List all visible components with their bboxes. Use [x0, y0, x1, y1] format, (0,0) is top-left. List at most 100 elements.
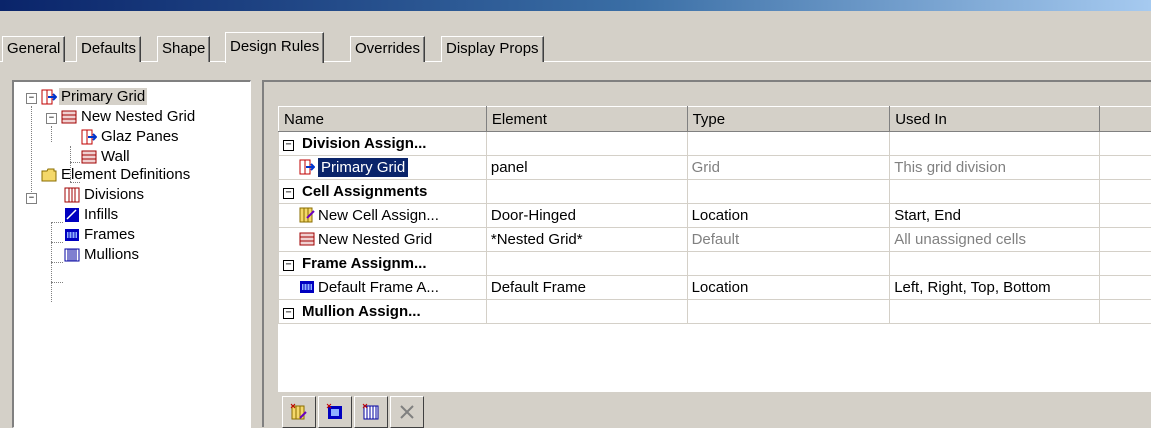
grid-icon	[41, 89, 57, 105]
tree-item-divisions[interactable]: Divisions	[82, 185, 146, 205]
column-header-type[interactable]: Type	[687, 107, 890, 132]
add-frame-assignment-button[interactable]	[318, 396, 352, 428]
group-row-division[interactable]: −Division Assign...	[279, 132, 1151, 156]
table-row[interactable]: Primary Grid panel Grid This grid divisi…	[279, 156, 1151, 180]
group-row-mullion[interactable]: −Mullion Assign...	[279, 300, 1151, 324]
grid-top-margin	[278, 82, 1151, 106]
table-cell	[486, 252, 687, 276]
tree-line	[31, 106, 32, 202]
tree-item-infills[interactable]: Infills	[82, 205, 120, 225]
selected-name[interactable]: Primary Grid	[318, 158, 408, 177]
table-cell	[486, 180, 687, 204]
cell-assignment-icon	[299, 207, 315, 223]
name-cell[interactable]: New Nested Grid	[279, 228, 487, 252]
add-cell-assignment-button[interactable]	[282, 396, 316, 428]
table-row[interactable]: New Cell Assign... Door-Hinged Location …	[279, 204, 1151, 228]
tree-item-frames[interactable]: Frames	[82, 225, 137, 245]
collapse-toggle[interactable]: −	[283, 140, 294, 151]
name-cell[interactable]: New Cell Assign...	[279, 204, 487, 228]
name-cell[interactable]: Default Frame A...	[279, 276, 487, 300]
tree-item-wall[interactable]: Wall	[99, 147, 132, 167]
collapse-toggle[interactable]: −	[283, 188, 294, 199]
delete-icon	[398, 403, 416, 421]
collapse-toggle[interactable]: −	[283, 308, 294, 319]
column-header-name[interactable]: Name	[279, 107, 487, 132]
column-header-used-in[interactable]: Used In	[890, 107, 1100, 132]
table-cell	[1100, 300, 1151, 324]
delete-button[interactable]	[390, 396, 424, 428]
table-cell	[890, 300, 1100, 324]
type-cell[interactable]: Location	[687, 276, 890, 300]
row-name: New Nested Grid	[318, 231, 432, 248]
tab-overrides[interactable]: Overrides	[350, 36, 425, 62]
collapse-toggle[interactable]: −	[283, 260, 294, 271]
folder-icon	[41, 167, 57, 183]
table-cell	[1100, 276, 1151, 300]
assignments-grid-panel: Name Element Type Used In −Division Assi…	[262, 80, 1151, 427]
row-name: New Cell Assign...	[318, 207, 439, 224]
group-label: Cell Assignments	[302, 183, 427, 200]
collapse-toggle[interactable]: −	[26, 93, 37, 104]
frames-icon	[64, 227, 80, 243]
used-in-cell: All unassigned cells	[890, 228, 1100, 252]
tree-line	[70, 162, 80, 163]
column-header-spacer	[1100, 107, 1151, 132]
name-cell[interactable]: Primary Grid	[279, 156, 487, 180]
group-cell[interactable]: −Mullion Assign...	[279, 300, 487, 324]
tree-item-element-definitions[interactable]: Element Definitions	[59, 165, 192, 185]
nested-grid-icon	[81, 149, 97, 165]
add-frame-assignment-icon	[326, 403, 344, 421]
collapse-toggle[interactable]: −	[26, 193, 37, 204]
group-cell[interactable]: −Cell Assignments	[279, 180, 487, 204]
tab-shape[interactable]: Shape	[157, 36, 210, 62]
add-mullion-assignment-icon	[362, 403, 380, 421]
table-cell	[1100, 156, 1151, 180]
tree-label: Divisions	[82, 186, 146, 203]
table-row[interactable]: Default Frame A... Default Frame Locatio…	[279, 276, 1151, 300]
tree-item-mullions[interactable]: Mullions	[82, 245, 141, 265]
table-cell	[1100, 132, 1151, 156]
tab-general[interactable]: General	[2, 36, 65, 62]
table-row[interactable]: New Nested Grid *Nested Grid* Default Al…	[279, 228, 1151, 252]
group-cell[interactable]: −Frame Assignm...	[279, 252, 487, 276]
group-label: Division Assign...	[302, 135, 426, 152]
table-cell	[687, 180, 890, 204]
row-name: Default Frame A...	[318, 279, 439, 296]
tree-label: Infills	[82, 206, 120, 223]
table-cell	[1100, 204, 1151, 228]
group-row-cell[interactable]: −Cell Assignments	[279, 180, 1151, 204]
tab-design-rules[interactable]: Design Rules	[225, 32, 324, 63]
table-cell	[890, 180, 1100, 204]
group-row-frame[interactable]: −Frame Assignm...	[279, 252, 1151, 276]
type-cell[interactable]: Location	[687, 204, 890, 228]
tab-display-props[interactable]: Display Props	[441, 36, 544, 62]
window-titlebar	[0, 0, 1151, 11]
grid-icon	[299, 159, 315, 175]
tree-item-new-nested-grid[interactable]: New Nested Grid	[79, 107, 197, 127]
table-cell	[1100, 180, 1151, 204]
table-cell	[890, 132, 1100, 156]
tree-line	[51, 242, 63, 243]
collapse-toggle[interactable]: −	[46, 113, 57, 124]
table-cell	[1100, 252, 1151, 276]
element-cell[interactable]: panel	[486, 156, 687, 180]
element-cell[interactable]: Door-Hinged	[486, 204, 687, 228]
element-cell[interactable]: *Nested Grid*	[486, 228, 687, 252]
tree-line	[51, 262, 63, 263]
tree-item-glaz-panes[interactable]: Glaz Panes	[99, 127, 181, 147]
used-in-cell[interactable]: Start, End	[890, 204, 1100, 228]
grid-icon	[81, 129, 97, 145]
element-cell[interactable]: Default Frame	[486, 276, 687, 300]
tree-item-primary-grid[interactable]: Primary Grid	[59, 87, 147, 107]
table-cell	[687, 132, 890, 156]
tree-label: Element Definitions	[59, 166, 192, 183]
design-tree[interactable]: − Primary Grid − New Nested Grid Glaz Pa…	[12, 80, 251, 428]
tree-label: Mullions	[82, 246, 141, 263]
tree-label: Frames	[82, 226, 137, 243]
group-cell[interactable]: −Division Assign...	[279, 132, 487, 156]
tree-label: Glaz Panes	[99, 128, 181, 145]
tab-defaults[interactable]: Defaults	[76, 36, 141, 62]
used-in-cell[interactable]: Left, Right, Top, Bottom	[890, 276, 1100, 300]
column-header-element[interactable]: Element	[486, 107, 687, 132]
add-mullion-assignment-button[interactable]	[354, 396, 388, 428]
